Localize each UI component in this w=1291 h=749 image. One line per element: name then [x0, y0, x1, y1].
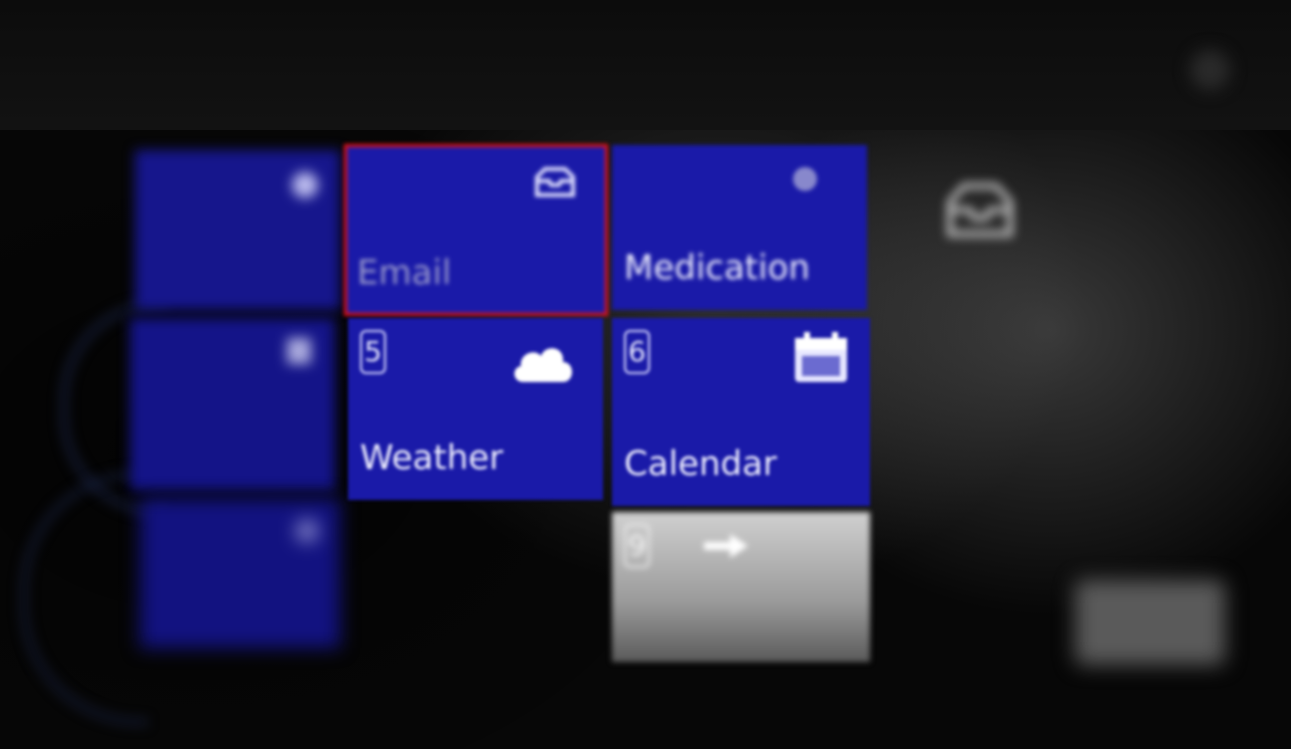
status-indicator — [1190, 50, 1230, 90]
right-info-panel — [925, 160, 1255, 680]
tile-medication-label: Medication — [624, 248, 810, 288]
tile-email-label: Email — [357, 253, 452, 293]
tile-email[interactable]: Email — [344, 144, 608, 316]
tile-calendar-number: 6 — [624, 330, 650, 374]
cloud-icon — [509, 338, 575, 388]
tile-left-top-icon — [292, 172, 318, 198]
inbox-icon — [533, 167, 577, 201]
arrow-right-icon — [702, 532, 750, 564]
tile-left-middle[interactable] — [130, 318, 335, 490]
tile-weather-number: 5 — [360, 330, 386, 374]
tile-calendar[interactable]: 6 Calendar — [612, 318, 870, 506]
tile-calendar-label: Calendar — [624, 444, 777, 484]
tile-weather[interactable]: 5 Weather — [348, 318, 603, 500]
tile-medication[interactable]: Medication — [612, 145, 867, 310]
calendar-icon — [792, 332, 850, 388]
top-bar — [0, 0, 1291, 130]
tile-left-bottom[interactable] — [140, 498, 340, 648]
tile-weather-label: Weather — [360, 438, 504, 478]
tile-left-top[interactable] — [135, 150, 340, 310]
tile-next-number: 9 — [624, 524, 650, 568]
pill-icon — [787, 161, 823, 201]
tile-left-middle-icon — [287, 338, 311, 364]
panel-action-box[interactable] — [1075, 580, 1225, 665]
background-arc-lower — [20, 470, 148, 726]
tile-next[interactable]: 9 — [612, 512, 870, 662]
inbox-icon — [940, 180, 1020, 240]
tile-left-bottom-icon — [296, 520, 318, 542]
